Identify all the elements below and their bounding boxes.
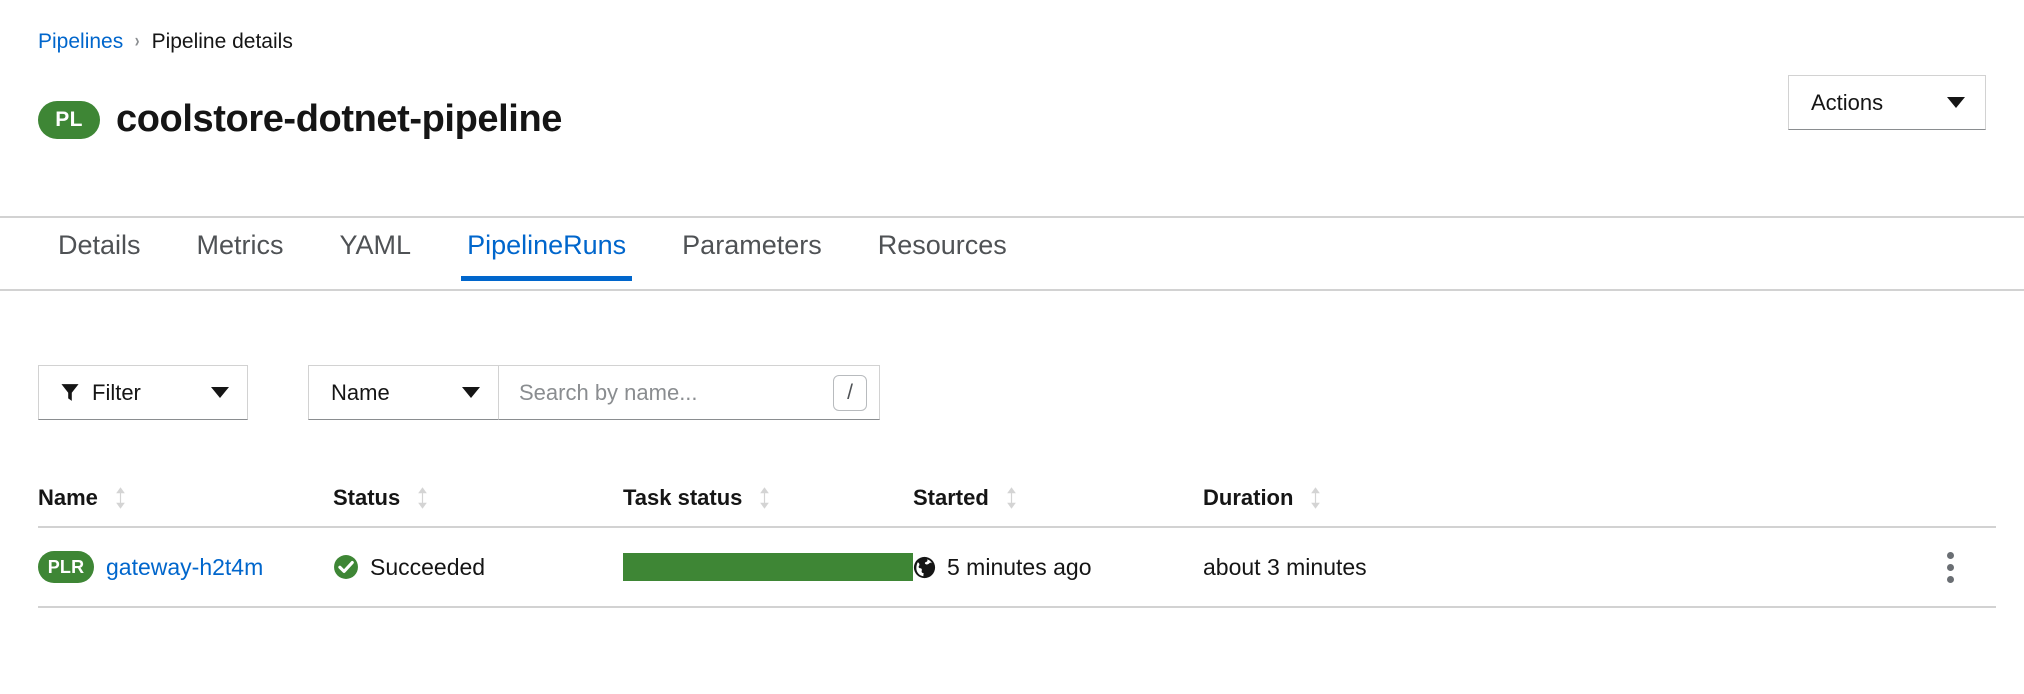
column-header-label: Task status [623,485,743,510]
column-header-duration[interactable]: Duration [1203,485,1533,511]
filter-dropdown[interactable]: Filter [38,365,248,420]
kebab-dot [1947,575,1954,583]
kebab-menu-icon[interactable] [1939,546,1962,589]
search-field-wrapper: / [498,365,880,420]
cell-duration: about 3 minutes [1203,554,1533,581]
column-header-label: Status [333,485,401,510]
tab-parameters[interactable]: Parameters [654,232,850,281]
breadcrumb-separator-icon: › [135,31,140,52]
tab-bar: Details Metrics YAML PipelineRuns Parame… [30,232,1035,281]
pipeline-details-page: Pipelines › Pipeline details PL coolstor… [0,0,2024,694]
pipeline-resource-badge: PL [38,101,100,140]
tab-resources[interactable]: Resources [850,232,1035,281]
actions-button-label: Actions [1811,89,1884,115]
pipelinerun-link[interactable]: gateway-h2t4m [106,554,263,581]
cell-name: PLR gateway-h2t4m [38,551,333,583]
column-header-label: Name [38,485,98,510]
pipelinerun-resource-badge: PLR [38,551,94,583]
cell-started: 5 minutes ago [913,554,1203,581]
page-title-row: PL coolstore-dotnet-pipeline [38,74,562,167]
search-attribute-label: Name [331,379,390,405]
kebab-dot [1947,551,1954,559]
globe-icon [913,556,936,578]
actions-button[interactable]: Actions [1788,75,1986,130]
tab-yaml[interactable]: YAML [312,232,440,281]
kebab-dot [1947,563,1954,571]
column-header-label: Duration [1203,485,1294,510]
task-status-bar [623,553,913,581]
tab-bar-divider [0,289,2024,291]
chevron-down-icon [462,387,480,398]
tab-details[interactable]: Details [30,232,169,281]
column-header-started[interactable]: Started [913,485,1203,511]
table-divider [38,606,1996,608]
page-title: coolstore-dotnet-pipeline [116,98,563,141]
pipelineruns-table: Name Status Task status Started Duration… [38,470,1996,608]
chevron-down-icon [1947,97,1965,108]
column-header-label: Started [913,485,989,510]
column-header-status[interactable]: Status [333,485,623,511]
cell-actions [1533,546,1996,589]
filter-label: Filter [92,379,141,405]
header-divider [0,216,2024,218]
sort-icon [1006,487,1016,509]
started-label: 5 minutes ago [947,553,1092,580]
column-header-task-status[interactable]: Task status [623,485,913,511]
status-label: Succeeded [370,553,486,580]
column-header-name[interactable]: Name [38,485,333,511]
breadcrumb-current: Pipeline details [151,30,293,53]
search-attribute-dropdown[interactable]: Name [308,365,498,420]
cell-task-status [623,553,913,581]
search-shortcut-badge: / [833,374,867,411]
search-input[interactable] [517,378,833,407]
sort-icon [116,487,125,509]
check-circle-icon [334,555,358,579]
cell-status: Succeeded [333,554,623,581]
sort-icon [418,487,428,509]
list-toolbar: Filter Name / [38,365,880,420]
breadcrumb: Pipelines › Pipeline details [38,31,293,52]
sort-icon [760,487,770,509]
duration-label: about 3 minutes [1203,553,1367,580]
breadcrumb-pipelines-link[interactable]: Pipelines [38,31,123,52]
table-header-row: Name Status Task status Started Duration [38,470,1996,526]
tab-metrics[interactable]: Metrics [169,232,312,281]
sort-icon [1311,487,1321,509]
tab-pipelineruns[interactable]: PipelineRuns [439,232,654,281]
filter-icon [61,384,79,401]
table-row[interactable]: PLR gateway-h2t4m Succeeded 5 minutes ag… [38,528,1996,606]
chevron-down-icon [211,387,229,398]
